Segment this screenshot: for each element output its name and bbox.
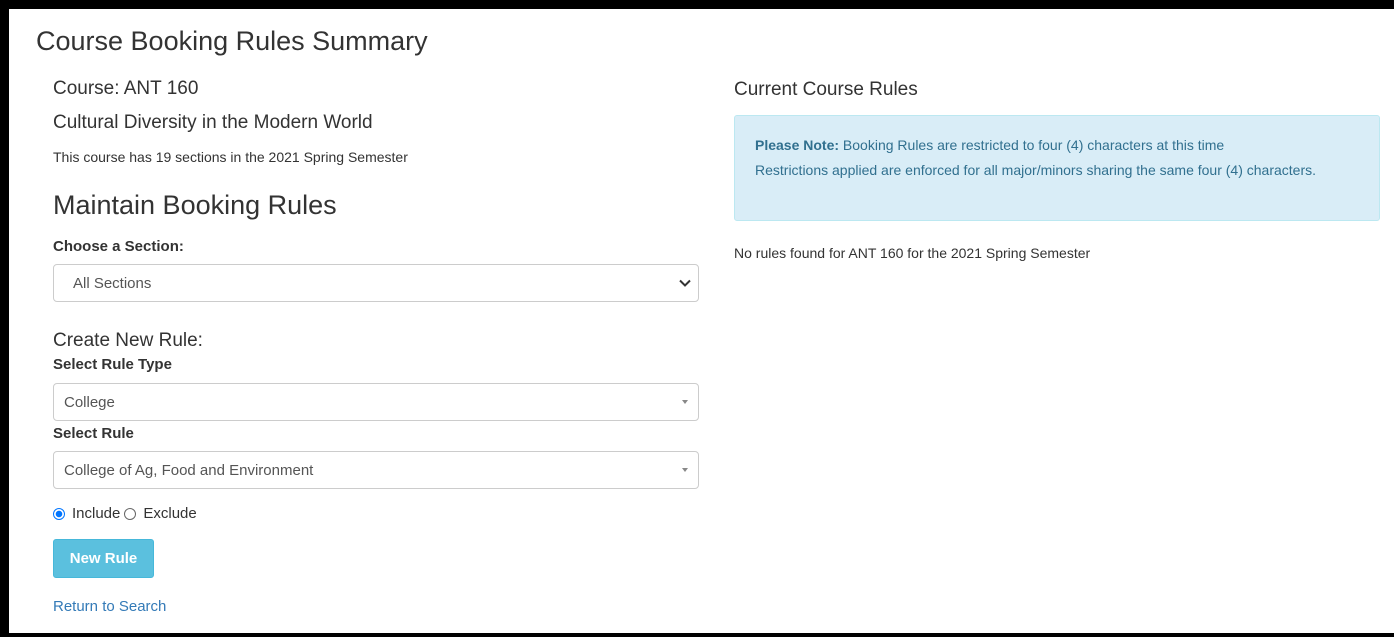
no-rules-message: No rules found for ANT 160 for the 2021 …	[734, 245, 1091, 261]
note-label: Please Note:	[755, 137, 840, 153]
note-line-1: Booking Rules are restricted to four (4)…	[839, 137, 1225, 153]
include-radio[interactable]	[53, 507, 65, 520]
include-exclude-group: Include Exclude	[53, 505, 197, 522]
rule-type-select-value: College	[64, 393, 115, 411]
note-line-2: Restrictions applied are enforced for al…	[755, 162, 1317, 178]
info-note: Please Note: Booking Rules are restricte…	[734, 115, 1380, 221]
new-rule-button[interactable]: New Rule	[53, 539, 154, 578]
page-title: Course Booking Rules Summary	[36, 26, 428, 56]
create-rule-heading: Create New Rule:	[53, 330, 203, 351]
return-to-search-link[interactable]: Return to Search	[53, 598, 166, 615]
caret-down-icon	[682, 468, 688, 472]
page-frame: Course Booking Rules Summary Course: ANT…	[9, 9, 1394, 633]
rule-label: Select Rule	[53, 425, 134, 442]
rule-type-label: Select Rule Type	[53, 356, 172, 373]
exclude-label: Exclude	[143, 505, 197, 522]
chevron-down-icon	[679, 279, 691, 287]
rule-type-select[interactable]: College	[53, 383, 699, 421]
caret-down-icon	[682, 400, 688, 404]
section-select[interactable]: All Sections	[53, 264, 699, 302]
course-code: Course: ANT 160	[53, 78, 199, 99]
maintain-heading: Maintain Booking Rules	[53, 190, 337, 220]
exclude-radio[interactable]	[124, 507, 137, 520]
include-label: Include	[72, 505, 121, 522]
rule-select-value: College of Ag, Food and Environment	[64, 461, 314, 479]
course-sections-info: This course has 19 sections in the 2021 …	[53, 149, 408, 165]
course-title: Cultural Diversity in the Modern World	[53, 112, 373, 133]
section-select-value: All Sections	[73, 274, 152, 292]
rule-select[interactable]: College of Ag, Food and Environment	[53, 451, 699, 489]
current-rules-heading: Current Course Rules	[734, 79, 918, 100]
section-label: Choose a Section:	[53, 238, 184, 255]
